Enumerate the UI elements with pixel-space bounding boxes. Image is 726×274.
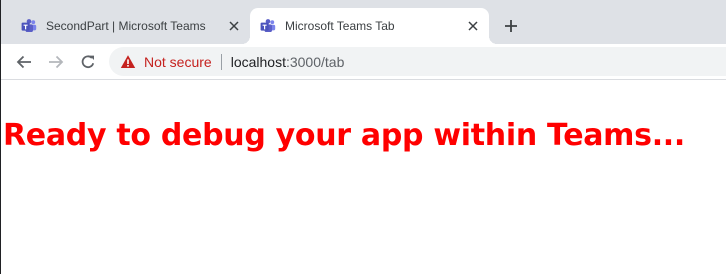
tab-strip: SecondPart | Microsoft Teams Microsoft T… (1, 0, 726, 44)
arrow-left-icon (16, 55, 31, 69)
back-button[interactable] (12, 50, 36, 74)
teams-icon (260, 18, 276, 34)
page-content: Ready to debug your app within Teams... (1, 80, 726, 274)
reload-button[interactable] (76, 50, 100, 74)
tab-secondpart[interactable]: SecondPart | Microsoft Teams (1, 8, 250, 44)
plus-icon (505, 20, 517, 32)
url-divider (220, 53, 222, 70)
new-tab-button[interactable] (500, 15, 522, 37)
tab-title: Microsoft Teams Tab (285, 19, 395, 33)
url-host: localhost (230, 53, 286, 70)
url-text[interactable]: localhost:3000/tab (231, 54, 345, 70)
close-icon[interactable] (465, 18, 481, 34)
tab-microsoft-teams-tab[interactable]: Microsoft Teams Tab (242, 8, 497, 44)
close-icon[interactable] (226, 18, 242, 34)
browser-window: SecondPart | Microsoft Teams Microsoft T… (0, 0, 726, 274)
url-path: :3000/tab (285, 53, 345, 70)
security-status-label[interactable]: Not secure (144, 54, 212, 70)
warning-icon[interactable] (120, 54, 136, 70)
address-bar[interactable]: Not secure localhost:3000/tab (109, 47, 726, 76)
browser-toolbar: Not secure localhost:3000/tab (1, 44, 726, 80)
arrow-right-icon (49, 55, 64, 69)
page-heading: Ready to debug your app within Teams... (3, 118, 685, 153)
forward-button[interactable] (44, 50, 68, 74)
tab-title: SecondPart | Microsoft Teams (46, 19, 206, 33)
reload-icon (81, 55, 95, 69)
teams-icon (21, 18, 37, 34)
